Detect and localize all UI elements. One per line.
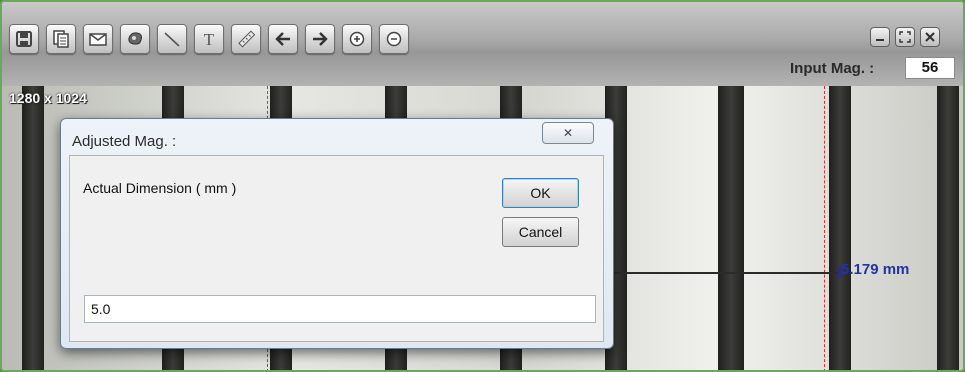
ok-button[interactable]: OK	[502, 178, 579, 208]
text-tool-button[interactable]: T	[194, 24, 224, 54]
window-close-button[interactable]	[920, 27, 940, 47]
input-mag-label: Input Mag. :	[790, 60, 875, 77]
line-icon	[164, 32, 180, 47]
close-icon	[925, 32, 935, 42]
redo-button[interactable]	[305, 24, 335, 54]
mail-icon	[89, 33, 107, 46]
specimen-slot	[718, 86, 744, 370]
zoom-out-button[interactable]	[379, 24, 409, 54]
maximize-icon	[899, 31, 911, 43]
line-tool-button[interactable]	[157, 24, 187, 54]
specimen-slot	[937, 86, 959, 370]
ruler-tool-button[interactable]	[231, 24, 261, 54]
dimension-input[interactable]: 5.0	[84, 295, 596, 323]
copy-icon	[53, 30, 69, 48]
zoom-in-icon	[349, 31, 365, 47]
text-icon: T	[204, 30, 215, 49]
specimen-slot	[22, 86, 44, 370]
toolbar: T Input Mag.: 56	[2, 2, 963, 86]
stamp-icon	[128, 32, 142, 45]
adjusted-mag-dialog: Adjusted Mag. : ✕ Actual Dimension ( mm …	[60, 118, 614, 349]
arrow-left-icon	[275, 32, 290, 46]
undo-button[interactable]	[268, 24, 298, 54]
zoom-in-button[interactable]	[342, 24, 372, 54]
dialog-title: Adjusted Mag. :	[72, 133, 177, 150]
measurement-line	[614, 272, 838, 274]
copy-button[interactable]	[46, 24, 76, 54]
minimize-button[interactable]	[870, 27, 890, 47]
input-mag-field[interactable]: 56	[905, 57, 955, 79]
zoom-out-icon	[386, 31, 402, 47]
guide-line-right	[824, 86, 825, 370]
save-icon	[16, 31, 32, 47]
svg-text:T: T	[204, 30, 215, 49]
minimize-icon	[876, 39, 884, 41]
ruler-icon	[238, 30, 256, 48]
stamp-button[interactable]	[120, 24, 150, 54]
email-button[interactable]	[83, 24, 113, 54]
specimen-slot	[829, 86, 851, 370]
cancel-button[interactable]: Cancel	[502, 217, 579, 247]
arrow-right-icon	[313, 32, 328, 46]
dialog-body: Actual Dimension ( mm ) OK Cancel 5.0	[69, 155, 604, 342]
close-icon: ✕	[562, 126, 574, 140]
image-resolution: 1280 x 1024	[9, 90, 87, 106]
app-window: T Input Mag.: 56 5.179 mm 1280 x 1024 A…	[0, 0, 965, 372]
dialog-close-button[interactable]: ✕	[542, 122, 594, 144]
save-button[interactable]	[9, 24, 39, 54]
measurement-label: 5.179 mm	[841, 261, 910, 278]
dialog-prompt: Actual Dimension ( mm )	[83, 180, 237, 196]
maximize-button[interactable]	[895, 27, 915, 47]
